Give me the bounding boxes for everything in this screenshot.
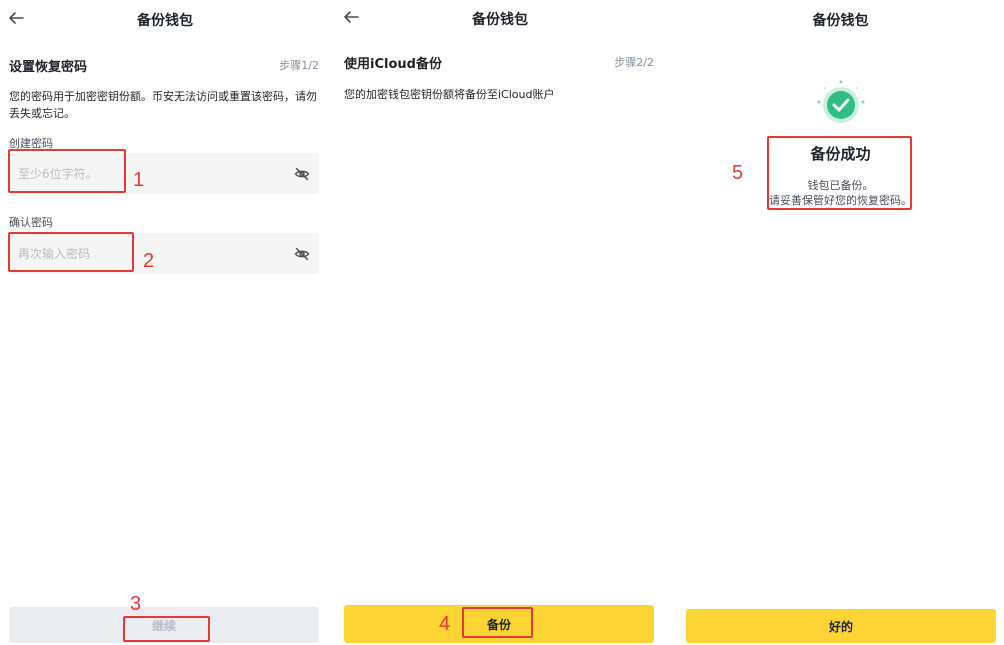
continue-button[interactable]: 继续 bbox=[9, 607, 319, 643]
ok-button[interactable]: 好的 bbox=[686, 609, 996, 643]
confirm-password-label: 确认密码 bbox=[9, 216, 53, 229]
page-title: 备份钱包 bbox=[472, 12, 528, 28]
screen-icloud-backup: 备份钱包 使用iCloud备份 步骤2/2 您的加密钱包密钥份额将备份至iClo… bbox=[335, 0, 665, 645]
screen-set-password: 备份钱包 设置恢复密码 步骤1/2 您的密码用于加密密钥份额。币安无法访问或重置… bbox=[0, 0, 330, 645]
check-circle-icon bbox=[817, 80, 864, 123]
success-title: 备份成功 bbox=[810, 145, 871, 163]
eye-off-icon[interactable] bbox=[294, 246, 310, 262]
backup-button[interactable]: 备份 bbox=[344, 605, 654, 643]
annotation-number-5: 5 bbox=[732, 162, 744, 184]
step-indicator: 步骤2/2 bbox=[614, 56, 654, 69]
section-title: 使用iCloud备份 bbox=[344, 57, 442, 72]
success-line-1: 钱包已备份。 bbox=[807, 179, 874, 192]
create-password-field-wrap bbox=[9, 153, 319, 194]
description-text: 您的密码用于加密密钥份额。币安无法访问或重置该密码，请勿丢失或忘记。 bbox=[9, 90, 317, 120]
success-line-2: 请妥善保管好您的恢复密码。 bbox=[769, 194, 912, 207]
page-title: 备份钱包 bbox=[137, 13, 193, 29]
annotation-number-4: 4 bbox=[439, 613, 451, 635]
section-title: 设置恢复密码 bbox=[9, 60, 88, 75]
step-indicator: 步骤1/2 bbox=[279, 59, 319, 72]
create-password-label: 创建密码 bbox=[9, 137, 53, 150]
success-description: 钱包已备份。 请妥善保管好您的恢复密码。 bbox=[677, 178, 1004, 208]
confirm-password-field-wrap bbox=[9, 233, 319, 274]
success-icon-wrap bbox=[677, 78, 1004, 134]
annotation-number-1: 1 bbox=[133, 169, 145, 191]
annotation-number-3: 3 bbox=[130, 593, 142, 615]
description-text: 您的加密钱包密钥份额将备份至iCloud账户 bbox=[344, 88, 555, 101]
screen-backup-success: 备份钱包 备份成功 钱包已备份。 请妥善保管好您的恢复密码。 好的 5 bbox=[677, 0, 1004, 645]
annotation-number-2: 2 bbox=[143, 250, 155, 272]
eye-off-icon[interactable] bbox=[294, 166, 310, 182]
page-title: 备份钱包 bbox=[812, 13, 869, 29]
